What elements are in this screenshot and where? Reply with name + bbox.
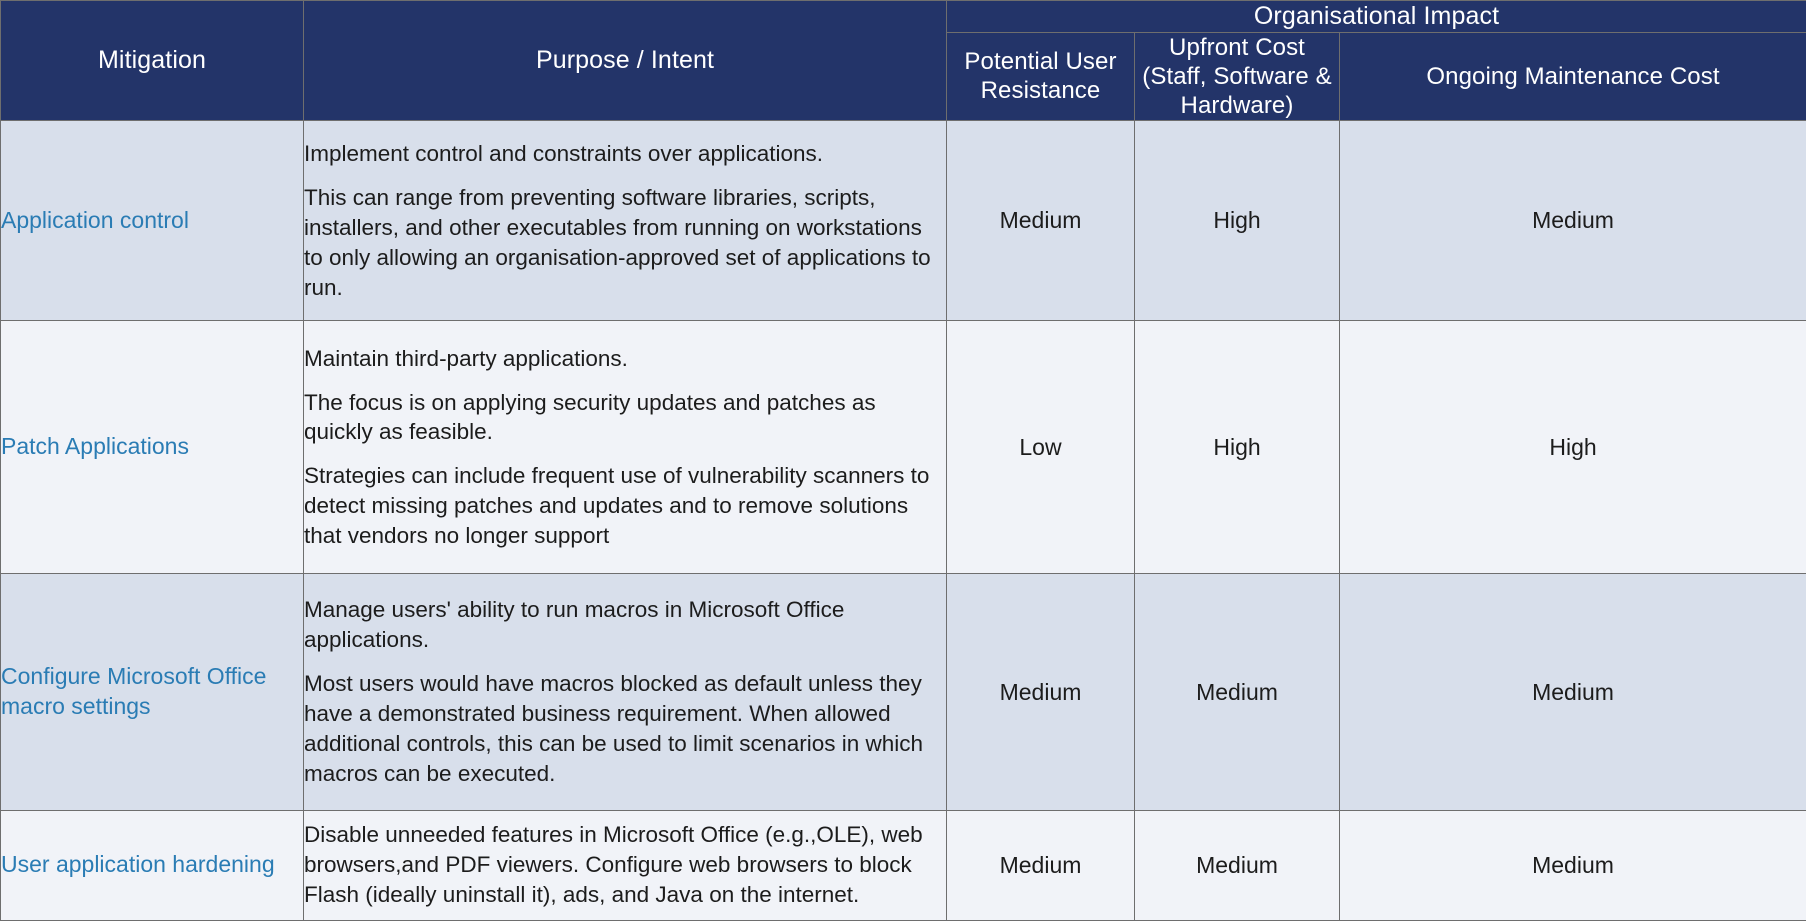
column-header-potential-user-resistance: Potential User Resistance — [946, 31, 1135, 122]
mitigation-name-cell[interactable]: Configure Microsoft Office macro setting… — [0, 573, 304, 811]
impact-upfront-cost-cell: High — [1134, 120, 1340, 322]
impact-user-resistance-cell: Medium — [946, 120, 1135, 322]
purpose-intent-cell: Implement control and constraints over a… — [303, 120, 947, 322]
column-header-mitigation: Mitigation — [0, 0, 304, 122]
table-row: Application control Implement control and… — [0, 120, 1806, 322]
table-body: Application control Implement control and… — [0, 120, 1806, 921]
mitigation-matrix-page: Mitigation Purpose / Intent Organisation… — [0, 0, 1806, 921]
impact-user-resistance-cell: Low — [946, 320, 1135, 575]
column-group-header-organisational-impact: Organisational Impact — [946, 0, 1806, 33]
impact-upfront-cost-cell: High — [1134, 320, 1340, 575]
mitigation-name-cell[interactable]: Application control — [0, 120, 304, 322]
column-header-ongoing-maintenance-cost: Ongoing Maintenance Cost — [1339, 31, 1806, 122]
purpose-paragraph: This can range from preventing software … — [304, 184, 931, 300]
mitigation-name-cell[interactable]: Patch Applications — [0, 320, 304, 575]
impact-ongoing-cost-cell: Medium — [1339, 573, 1806, 811]
table-header: Mitigation Purpose / Intent Organisation… — [0, 0, 1806, 122]
purpose-intent-cell: Manage users' ability to run macros in M… — [303, 573, 947, 811]
table-row: User application hardening Disable unneed… — [0, 809, 1806, 921]
purpose-paragraph: Maintain third-party applications. — [304, 345, 628, 371]
mitigation-impact-table: Mitigation Purpose / Intent Organisation… — [0, 0, 1806, 921]
table-row: Patch Applications Maintain third-party a… — [0, 320, 1806, 575]
impact-ongoing-cost-cell: High — [1339, 320, 1806, 575]
header-row-top: Mitigation Purpose / Intent Organisation… — [0, 0, 1806, 122]
impact-upfront-cost-cell: Medium — [1134, 809, 1340, 921]
mitigation-name-cell[interactable]: User application hardening — [0, 809, 304, 921]
table-row: Configure Microsoft Office macro setting… — [0, 573, 1806, 811]
purpose-paragraph: Manage users' ability to run macros in M… — [304, 597, 845, 653]
purpose-intent-cell: Disable unneeded features in Microsoft O… — [303, 809, 947, 921]
impact-user-resistance-cell: Medium — [946, 809, 1135, 921]
column-header-upfront-cost: Upfront Cost (Staff, Software & Hardware… — [1134, 31, 1340, 122]
purpose-paragraph: Disable unneeded features in Microsoft O… — [304, 822, 923, 908]
purpose-paragraph: The focus is on applying security update… — [304, 389, 876, 445]
purpose-intent-cell: Maintain third-party applications. The fo… — [303, 320, 947, 575]
purpose-paragraph: Strategies can include frequent use of v… — [304, 463, 930, 549]
impact-ongoing-cost-cell: Medium — [1339, 120, 1806, 322]
purpose-paragraph: Implement control and constraints over a… — [304, 140, 824, 166]
impact-user-resistance-cell: Medium — [946, 573, 1135, 811]
purpose-paragraph: Most users would have macros blocked as … — [304, 671, 924, 786]
impact-upfront-cost-cell: Medium — [1134, 573, 1340, 811]
impact-ongoing-cost-cell: Medium — [1339, 809, 1806, 921]
column-header-purpose-intent: Purpose / Intent — [303, 0, 947, 122]
